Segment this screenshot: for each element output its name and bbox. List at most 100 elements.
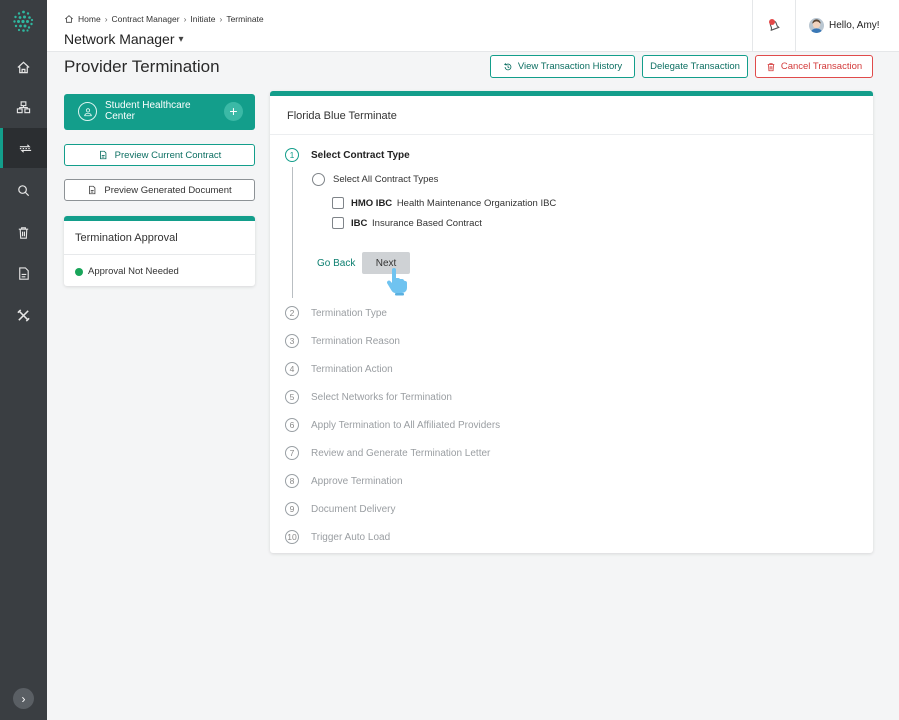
step-8[interactable]: 8 Approve Termination: [285, 474, 403, 488]
home-icon: [17, 61, 30, 73]
step-label: Apply Termination to All Affiliated Prov…: [311, 419, 501, 431]
document-icon: [99, 150, 107, 160]
provider-card[interactable]: Student Healthcare Center +: [64, 94, 255, 130]
preview-current-contract-button[interactable]: Preview Current Contract: [64, 144, 255, 166]
app-title: Network Manager: [64, 31, 175, 47]
header-divider: [795, 0, 796, 52]
document-icon: [89, 185, 96, 195]
delegate-transaction-button[interactable]: Delegate Transaction: [642, 55, 748, 78]
termination-approval-title: Termination Approval: [75, 232, 178, 244]
nav-documents[interactable]: [0, 253, 47, 293]
trash-icon: [18, 226, 29, 239]
nav-search[interactable]: [0, 170, 47, 210]
document-icon: [19, 266, 29, 280]
step-9[interactable]: 9 Document Delivery: [285, 502, 395, 516]
step-label: Document Delivery: [311, 503, 396, 515]
step-7[interactable]: 7 Review and Generate Termination Letter: [285, 446, 490, 460]
approval-status: Approval Not Needed: [75, 266, 179, 277]
nav-network[interactable]: [0, 87, 47, 127]
step-label: Approve Termination: [311, 475, 403, 487]
expand-sidebar-button[interactable]: ›: [13, 688, 34, 709]
chevron-down-icon: ▾: [178, 33, 184, 45]
tools-icon: [17, 308, 30, 322]
provider-person-icon: [78, 102, 97, 121]
radio-button[interactable]: [312, 173, 325, 186]
contract-code: IBC: [351, 217, 368, 229]
step-number: 6: [285, 418, 299, 432]
preview-current-contract-label: Preview Current Contract: [114, 149, 222, 161]
step-connector: [292, 167, 293, 298]
user-menu[interactable]: Hello, Amy!: [809, 18, 880, 33]
step-number: 4: [285, 362, 299, 376]
step-label: Termination Action: [311, 363, 393, 375]
step-1[interactable]: 1 Select Contract Type: [285, 148, 410, 162]
step-number: 2: [285, 306, 299, 320]
step-5[interactable]: 5 Select Networks for Termination: [285, 390, 452, 404]
preview-generated-document-label: Preview Generated Document: [104, 184, 232, 196]
step-label: Review and Generate Termination Letter: [311, 447, 491, 459]
select-all-contract-types-radio[interactable]: Select All Contract Types: [312, 173, 438, 186]
network-icon: [16, 100, 31, 113]
chevron-right-icon: ›: [21, 691, 26, 706]
termination-wizard-card: Florida Blue Terminate 1 Select Contract…: [270, 91, 873, 553]
step-number: 8: [285, 474, 299, 488]
breadcrumb: Home › Contract Manager › Initiate › Ter…: [64, 14, 264, 24]
home-icon: [64, 15, 74, 23]
header-divider: [752, 0, 753, 52]
contract-desc: Health Maintenance Organization IBC: [396, 197, 557, 209]
divider: [270, 134, 873, 135]
cancel-transaction-label: Cancel Transaction: [780, 61, 863, 72]
step-2[interactable]: 2 Termination Type: [285, 306, 387, 320]
step-label: Termination Reason: [311, 335, 400, 347]
view-transaction-history-button[interactable]: View Transaction History: [490, 55, 635, 78]
select-all-label: Select All Contract Types: [333, 174, 439, 185]
breadcrumb-separator: ›: [219, 14, 223, 24]
view-transaction-history-label: View Transaction History: [517, 61, 623, 72]
status-dot-icon: [75, 267, 83, 276]
step-3[interactable]: 3 Termination Reason: [285, 334, 400, 348]
nav-tools[interactable]: [0, 295, 47, 335]
step-6[interactable]: 6 Apply Termination to All Affiliated Pr…: [285, 418, 500, 432]
step-10[interactable]: 10 Trigger Auto Load: [285, 530, 390, 544]
cancel-transaction-button[interactable]: Cancel Transaction: [755, 55, 873, 78]
preview-generated-document-button[interactable]: Preview Generated Document: [64, 179, 255, 201]
user-greeting: Hello, Amy!: [829, 20, 880, 31]
divider: [64, 254, 255, 255]
add-provider-button[interactable]: +: [224, 102, 243, 121]
step-number: 10: [285, 530, 299, 544]
delegate-transaction-label: Delegate Transaction: [650, 61, 740, 72]
notification-bell-icon[interactable]: [765, 17, 783, 35]
step-number: 1: [285, 148, 299, 162]
search-icon: [18, 184, 30, 196]
contract-desc: Insurance Based Contract: [372, 217, 482, 229]
hand-cursor-icon: [386, 268, 407, 296]
side-rail: ›: [0, 0, 47, 720]
app-switcher[interactable]: Network Manager ▾: [64, 31, 184, 47]
provider-name: Student Healthcare Center: [105, 100, 191, 122]
contract-type-ibc[interactable]: IBC Insurance Based Contract: [332, 217, 482, 229]
step-number: 5: [285, 390, 299, 404]
nav-transactions[interactable]: [0, 128, 47, 168]
transaction-icon: [19, 143, 31, 153]
checkbox[interactable]: [332, 197, 344, 209]
top-bar: Home › Contract Manager › Initiate › Ter…: [47, 0, 899, 52]
history-icon: [503, 62, 512, 70]
page-title: Provider Termination: [64, 57, 220, 76]
avatar: [809, 18, 824, 33]
nav-home[interactable]: [0, 47, 47, 87]
breadcrumb-home[interactable]: Home: [78, 14, 101, 24]
step-label: Select Networks for Termination: [311, 391, 452, 403]
step-label: Select Contract Type: [311, 149, 410, 161]
breadcrumb-contract-manager[interactable]: Contract Manager: [112, 14, 180, 24]
contract-type-hmo-ibc[interactable]: HMO IBC Health Maintenance Organization …: [332, 197, 556, 209]
breadcrumb-initiate[interactable]: Initiate: [190, 14, 215, 24]
checkbox[interactable]: [332, 217, 344, 229]
globe-logo-icon: [13, 10, 34, 32]
breadcrumb-terminate: Terminate: [226, 14, 264, 24]
nav-trash[interactable]: [0, 212, 47, 252]
go-back-link[interactable]: Go Back: [317, 258, 355, 269]
step-number: 9: [285, 502, 299, 516]
breadcrumb-separator: ›: [183, 14, 187, 24]
wizard-title: Florida Blue Terminate: [287, 110, 397, 122]
step-4[interactable]: 4 Termination Action: [285, 362, 393, 376]
